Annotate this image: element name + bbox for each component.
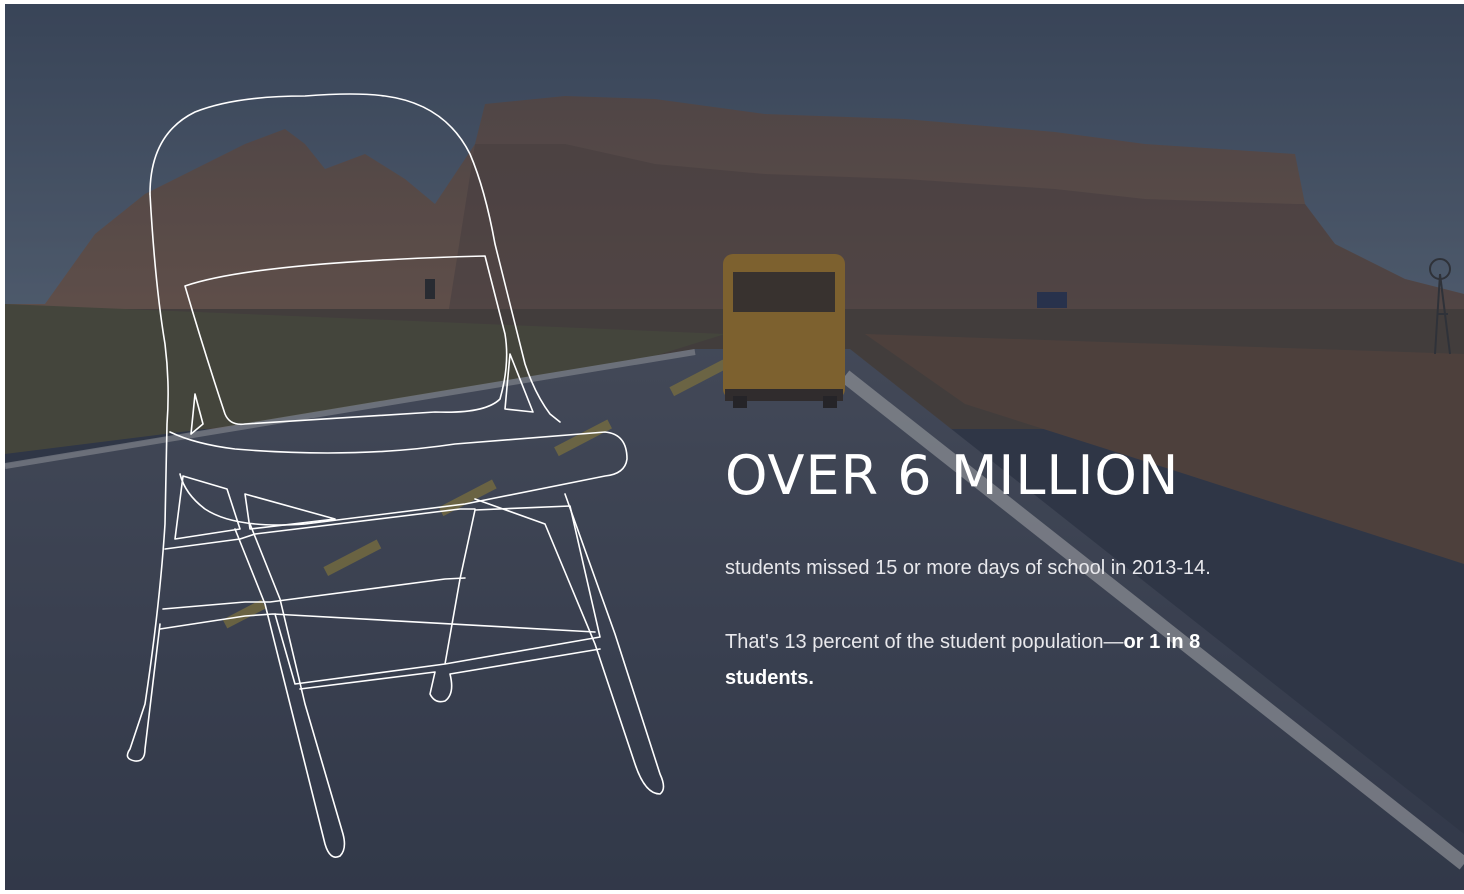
chair-front-right-leg bbox=[474, 493, 665, 795]
hero-section: OVER 6 MILLION students missed 15 or mor… bbox=[5, 4, 1464, 890]
chair-seat bbox=[169, 431, 628, 526]
chair-hinge-right bbox=[504, 353, 534, 413]
statement-text: students missed 15 or more days of schoo… bbox=[725, 557, 1211, 579]
headline-stat: OVER 6 MILLION bbox=[725, 444, 1180, 507]
chair-back-left-leg bbox=[126, 193, 169, 762]
chair-front-left-leg bbox=[234, 523, 346, 858]
chair-crossbar-2 bbox=[162, 577, 466, 610]
chair-crossbar-3 bbox=[159, 613, 596, 633]
chair-backrest-inner bbox=[184, 255, 508, 426]
chair-footrest bbox=[299, 648, 601, 703]
detail-text: That's 13 percent of the student populat… bbox=[725, 631, 1124, 653]
detail-paragraph: That's 13 percent of the student populat… bbox=[725, 624, 1285, 696]
chair-hinge-left bbox=[190, 393, 204, 435]
